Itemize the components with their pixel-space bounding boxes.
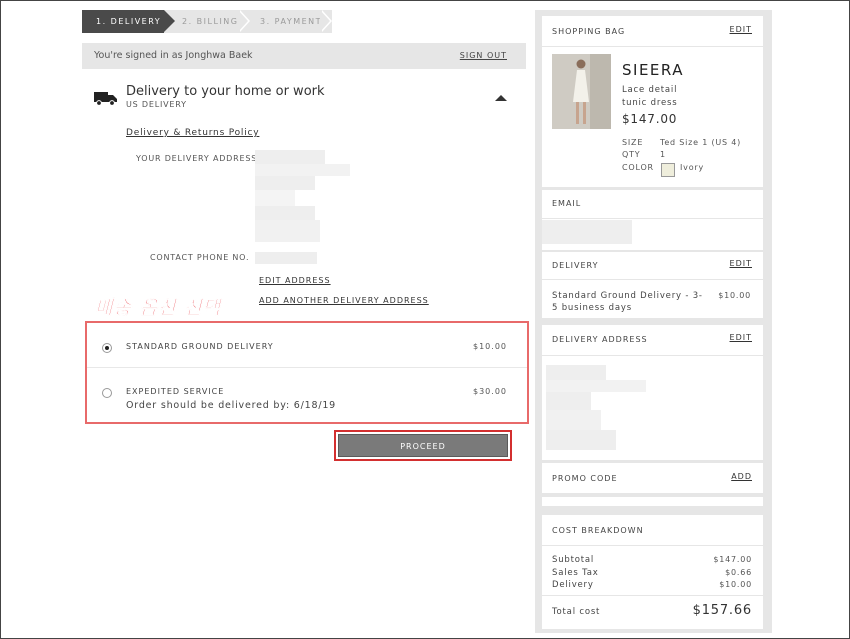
delivery-address-card: DELIVERY ADDRESS EDIT	[542, 325, 763, 460]
color-swatch	[661, 163, 675, 177]
size-value: Ted Size 1 (US 4)	[660, 138, 742, 147]
delivery-returns-policy-link[interactable]: Delivery & Returns Policy	[126, 128, 259, 138]
product-dress-figure	[552, 54, 611, 129]
step-delivery[interactable]: 1. DELIVERY	[82, 10, 175, 33]
delivery-card-title: DELIVERY	[552, 261, 599, 270]
product-description: Lace detail tunic dress	[622, 85, 678, 108]
sales-tax-label: Sales Tax	[552, 568, 599, 578]
redacted-address	[255, 150, 355, 245]
shopping-bag-title: SHOPPING BAG	[552, 27, 626, 36]
cost-breakdown-card: COST BREAKDOWN Subtotal $147.00 Sales Ta…	[542, 515, 763, 629]
card-divider	[542, 595, 763, 596]
email-card: EMAIL	[542, 190, 763, 250]
card-divider	[542, 545, 763, 546]
cost-breakdown-title: COST BREAKDOWN	[552, 526, 644, 535]
total-cost-label: Total cost	[552, 607, 601, 617]
annotation-label: 배송 옵션 선택	[95, 297, 222, 320]
subtotal-value: $147.00	[713, 555, 752, 564]
delivery-cost-value: $10.00	[719, 580, 752, 589]
qty-value: 1	[660, 150, 666, 159]
shopping-bag-edit-link[interactable]: EDIT	[730, 25, 752, 34]
delivery-method-price: $10.00	[718, 291, 751, 300]
color-value: Ivory	[680, 163, 705, 172]
product-image[interactable]	[552, 54, 611, 129]
subtotal-label: Subtotal	[552, 555, 595, 565]
card-divider	[542, 218, 763, 219]
steps-remainder	[332, 10, 526, 33]
checkout-steps: 1. DELIVERY 2. BILLING 3. PAYMENT	[82, 10, 526, 33]
expedited-service-radio[interactable]	[102, 388, 112, 398]
promo-code-add-link[interactable]: ADD	[731, 472, 752, 481]
delivery-method-line2: 5 business days	[552, 303, 632, 313]
email-title: EMAIL	[552, 199, 582, 208]
card-divider	[542, 46, 763, 47]
color-label: COLOR	[622, 163, 654, 172]
expedited-delivery-note: Order should be delivered by: 6/18/19	[126, 400, 337, 411]
edit-address-link[interactable]: EDIT ADDRESS	[259, 276, 331, 285]
shopping-bag-card: SHOPPING BAG EDIT SIEERA Lace detail tun…	[542, 16, 763, 187]
delivery-method-line1: Standard Ground Delivery - 3-	[552, 291, 703, 301]
standard-delivery-radio[interactable]	[102, 343, 112, 353]
option-divider	[87, 367, 527, 368]
signed-in-text: You're signed in as Jonghwa Baek	[94, 50, 253, 61]
standard-delivery-price: $10.00	[473, 342, 507, 351]
redacted-email	[542, 220, 632, 244]
delivery-card: DELIVERY EDIT Standard Ground Delivery -…	[542, 252, 763, 318]
total-cost-value: $157.66	[692, 603, 752, 618]
sign-out-link[interactable]: SIGN OUT	[460, 43, 507, 69]
proceed-button[interactable]: PROCEED	[338, 434, 508, 457]
qty-label: QTY	[622, 150, 641, 159]
collapse-caret-icon[interactable]	[495, 95, 507, 101]
delivery-address-title: DELIVERY ADDRESS	[552, 335, 648, 344]
sidebar-spacer	[542, 497, 763, 506]
contact-phone-label: CONTACT PHONE NO.	[150, 253, 250, 262]
standard-delivery-label[interactable]: STANDARD GROUND DELIVERY	[126, 342, 274, 351]
redacted-phone	[255, 252, 317, 264]
card-divider	[542, 279, 763, 280]
redacted-sidebar-address	[546, 365, 646, 455]
size-label: SIZE	[622, 138, 644, 147]
delivery-address-label: YOUR DELIVERY ADDRESS	[136, 154, 258, 163]
delivery-address-edit-link[interactable]: EDIT	[730, 333, 752, 342]
delivery-truck-icon	[94, 92, 117, 106]
expedited-service-price: $30.00	[473, 387, 507, 396]
delivery-section-title: Delivery to your home or work	[126, 84, 325, 99]
promo-code-card: PROMO CODE ADD	[542, 463, 763, 493]
step-payment[interactable]: 3. PAYMENT	[260, 10, 322, 33]
signed-in-bar: You're signed in as Jonghwa Baek SIGN OU…	[82, 43, 526, 69]
delivery-section-subtitle: US DELIVERY	[126, 100, 187, 109]
delivery-edit-link[interactable]: EDIT	[730, 259, 752, 268]
add-delivery-address-link[interactable]: ADD ANOTHER DELIVERY ADDRESS	[259, 296, 429, 305]
card-divider	[542, 355, 763, 356]
step-billing[interactable]: 2. BILLING	[182, 10, 238, 33]
product-price: $147.00	[622, 112, 678, 126]
delivery-cost-label: Delivery	[552, 580, 594, 590]
step-separator	[238, 10, 248, 32]
sales-tax-value: $0.66	[725, 568, 752, 577]
product-name: SIEERA	[622, 61, 684, 79]
expedited-service-label[interactable]: EXPEDITED SERVICE	[126, 387, 224, 396]
promo-code-title: PROMO CODE	[552, 474, 618, 483]
order-summary-sidebar: SHOPPING BAG EDIT SIEERA Lace detail tun…	[535, 10, 772, 633]
step-separator	[320, 10, 330, 32]
